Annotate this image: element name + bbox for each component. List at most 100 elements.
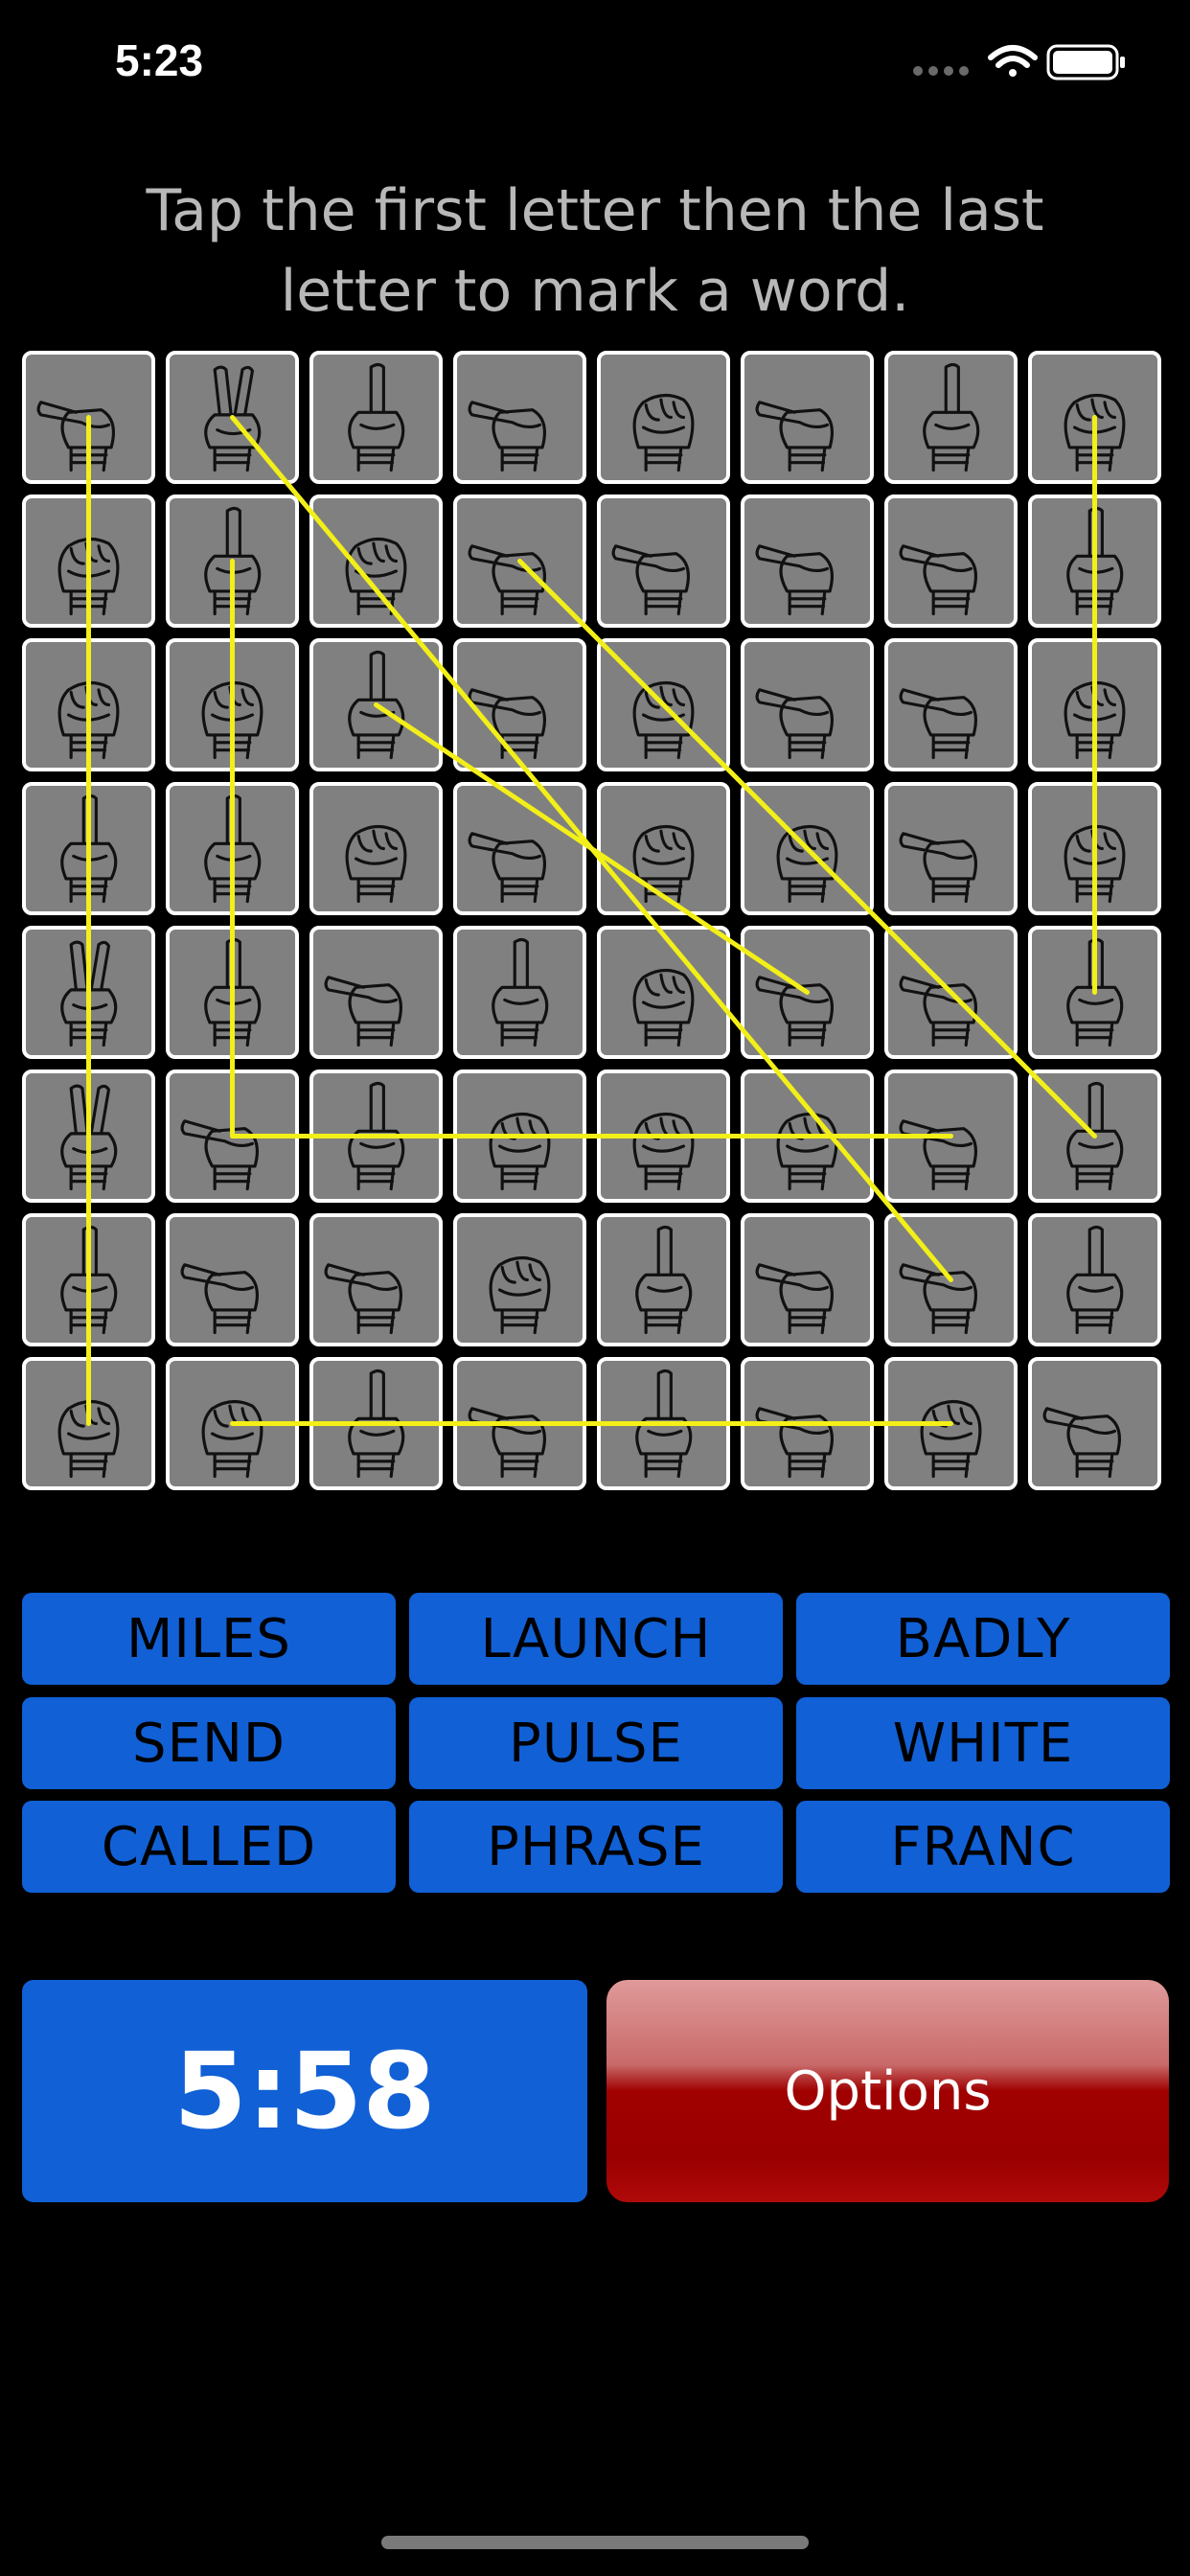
grid-cell[interactable]: [309, 782, 443, 915]
grid-cell[interactable]: [597, 1070, 730, 1203]
grid-cell[interactable]: [1028, 351, 1161, 484]
grid-cell[interactable]: [453, 494, 586, 628]
word-button[interactable]: SEND: [22, 1697, 396, 1789]
grid-cell[interactable]: [1028, 1070, 1161, 1203]
grid-cell[interactable]: [453, 351, 586, 484]
hand-sign-icon: [348, 1368, 405, 1479]
grid-cell[interactable]: [309, 926, 443, 1059]
hand-sign-icon: [345, 825, 407, 904]
grid-cell[interactable]: [884, 926, 1018, 1059]
grid-cell[interactable]: [741, 1357, 874, 1490]
grid-cell[interactable]: [22, 782, 155, 915]
hand-sign-icon: [632, 969, 695, 1047]
grid-cell[interactable]: [741, 494, 874, 628]
home-indicator[interactable]: [381, 2536, 809, 2549]
grid-cell[interactable]: [597, 1213, 730, 1346]
grid-cell[interactable]: [166, 926, 299, 1059]
grid-cell[interactable]: [597, 926, 730, 1059]
grid-cell[interactable]: [884, 1357, 1018, 1490]
grid-cell[interactable]: [1028, 494, 1161, 628]
grid-cell[interactable]: [741, 782, 874, 915]
hand-sign-icon: [1066, 937, 1124, 1047]
grid-cell[interactable]: [22, 1213, 155, 1346]
grid-cell[interactable]: [597, 1357, 730, 1490]
grid-cell[interactable]: [741, 638, 874, 771]
grid-cell[interactable]: [166, 1213, 299, 1346]
hand-sign-icon: [324, 976, 402, 1047]
grid-cell[interactable]: [166, 782, 299, 915]
grid-cell[interactable]: [453, 1357, 586, 1490]
grid-cell[interactable]: [1028, 926, 1161, 1059]
grid-cell[interactable]: [741, 1070, 874, 1203]
grid-cell[interactable]: [741, 1213, 874, 1346]
word-button[interactable]: BADLY: [796, 1593, 1170, 1685]
grid-cell[interactable]: [309, 494, 443, 628]
word-button[interactable]: FRANC: [796, 1801, 1170, 1893]
grid-cell[interactable]: [453, 1070, 586, 1203]
grid-cell[interactable]: [166, 638, 299, 771]
grid-cell[interactable]: [166, 351, 299, 484]
grid-cell[interactable]: [597, 351, 730, 484]
hand-sign-icon: [345, 538, 407, 616]
hand-sign-icon: [632, 825, 695, 904]
hand-sign-icon: [204, 937, 262, 1047]
hand-sign-icon: [635, 1225, 693, 1335]
hand-sign-icon: [60, 1225, 118, 1335]
grid-cell[interactable]: [884, 638, 1018, 771]
word-button[interactable]: MILES: [22, 1593, 396, 1685]
grid-cell[interactable]: [453, 1213, 586, 1346]
hand-sign-icon: [755, 688, 834, 760]
grid-cell[interactable]: [309, 1213, 443, 1346]
word-button[interactable]: CALLED: [22, 1801, 396, 1893]
grid-cell[interactable]: [309, 1357, 443, 1490]
grid-cell[interactable]: [741, 926, 874, 1059]
hand-sign-icon: [1042, 1407, 1121, 1479]
hand-sign-icon: [60, 794, 118, 904]
word-button[interactable]: WHITE: [796, 1697, 1170, 1789]
grid-cell[interactable]: [884, 782, 1018, 915]
grid-cell[interactable]: [597, 494, 730, 628]
hand-sign-icon: [899, 688, 977, 760]
hand-sign-icon: [1064, 825, 1126, 904]
grid-cell[interactable]: [22, 1357, 155, 1490]
grid-cell[interactable]: [597, 638, 730, 771]
grid-cell[interactable]: [166, 1357, 299, 1490]
hand-sign-icon: [57, 538, 120, 616]
grid-cell[interactable]: [884, 1213, 1018, 1346]
grid-cell[interactable]: [1028, 782, 1161, 915]
grid-cell[interactable]: [1028, 1213, 1161, 1346]
grid-cell[interactable]: [1028, 638, 1161, 771]
hand-sign-icon: [1066, 1225, 1124, 1335]
grid-cell[interactable]: [453, 782, 586, 915]
hand-sign-icon: [60, 1084, 118, 1191]
grid-cell[interactable]: [453, 926, 586, 1059]
grid-cell[interactable]: [453, 638, 586, 771]
word-button[interactable]: PHRASE: [409, 1801, 783, 1893]
hand-sign-icon: [468, 544, 546, 616]
hand-sign-icon: [1066, 1081, 1124, 1191]
letter-grid: [0, 0, 1190, 1514]
grid-cell[interactable]: [22, 638, 155, 771]
grid-cell[interactable]: [166, 494, 299, 628]
grid-cell[interactable]: [309, 1070, 443, 1203]
hand-sign-icon: [57, 681, 120, 760]
word-button[interactable]: LAUNCH: [409, 1593, 783, 1685]
grid-cell[interactable]: [166, 1070, 299, 1203]
grid-cell[interactable]: [22, 351, 155, 484]
grid-cell[interactable]: [22, 1070, 155, 1203]
grid-cell[interactable]: [884, 494, 1018, 628]
hand-sign-icon: [468, 1407, 546, 1479]
grid-cell[interactable]: [309, 638, 443, 771]
grid-cell[interactable]: [597, 782, 730, 915]
hand-sign-icon: [60, 940, 118, 1047]
hand-sign-icon: [632, 681, 695, 760]
grid-cell[interactable]: [884, 351, 1018, 484]
grid-cell[interactable]: [884, 1070, 1018, 1203]
grid-cell[interactable]: [22, 494, 155, 628]
grid-cell[interactable]: [741, 351, 874, 484]
options-button[interactable]: Options: [606, 1980, 1169, 2202]
grid-cell[interactable]: [22, 926, 155, 1059]
word-button[interactable]: PULSE: [409, 1697, 783, 1789]
grid-cell[interactable]: [309, 351, 443, 484]
grid-cell[interactable]: [1028, 1357, 1161, 1490]
